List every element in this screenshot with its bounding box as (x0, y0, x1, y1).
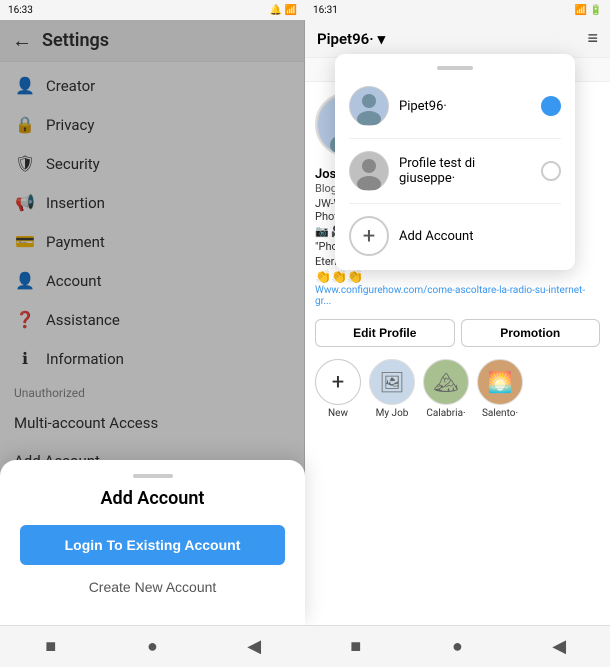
promotion-button[interactable]: Promotion (461, 319, 601, 347)
right-time: 16:31 (313, 5, 338, 16)
highlight-salento[interactable]: 🌅 Salento· (477, 359, 523, 419)
highlight-myjob-label: My Job (376, 408, 409, 419)
profile-link[interactable]: Www.configurehow.com/come-ascoltare-la-r… (315, 285, 600, 307)
highlights-row: + New 🖼 My Job 🏔 Calabria· 🌅 Salento· (305, 353, 610, 425)
hamburger-menu-button[interactable]: ≡ (587, 28, 598, 49)
profile-header: Pipet96· ▾ ≡ (305, 20, 610, 58)
highlight-new-circle: + (315, 359, 361, 405)
right-nav-back[interactable]: ◀ (544, 636, 574, 657)
left-nav-square[interactable]: ■ (36, 636, 66, 657)
profile-bio-emoji2: 👏👏👏 (315, 270, 600, 285)
highlight-myjob[interactable]: 🖼 My Job (369, 359, 415, 419)
switcher-radio-inactive-2 (541, 161, 561, 181)
settings-panel: ← Settings 👤 Creator 🔒 Privacy 🛡 Securit… (0, 20, 305, 625)
sheet-title: Add Account (20, 488, 285, 509)
highlight-calabria-circle: 🏔 (423, 359, 469, 405)
profile-header-username: Pipet96· (317, 30, 374, 48)
left-status-icons: 🔔 📶 (270, 5, 297, 16)
switcher-avatar-2 (349, 151, 389, 191)
highlight-new-label: New (328, 408, 348, 419)
sheet-drag-handle (133, 474, 173, 478)
left-nav-back[interactable]: ◀ (239, 636, 269, 657)
profile-panel: Pipet96· ▾ ≡ 46 Profile Views In The Las… (305, 20, 610, 625)
switcher-divider-2 (349, 203, 561, 204)
left-nav-circle[interactable]: ● (137, 636, 167, 657)
login-existing-button[interactable]: Login To Existing Account (20, 525, 285, 565)
right-status-icons: 📶 🔋 (575, 5, 602, 16)
switcher-add-account[interactable]: + Add Account (335, 208, 575, 264)
switcher-account-1[interactable]: Pipet96· (335, 78, 575, 134)
dropdown-arrow-icon: ▾ (378, 30, 386, 48)
switcher-divider (349, 138, 561, 139)
account-switcher-popup: Pipet96· Profile test di giuseppe· + (335, 54, 575, 270)
highlight-salento-label: Salento· (482, 408, 518, 419)
switcher-radio-active-1 (541, 96, 561, 116)
profile-action-buttons: Edit Profile Promotion (305, 313, 610, 353)
highlight-salento-circle: 🌅 (477, 359, 523, 405)
edit-profile-button[interactable]: Edit Profile (315, 319, 455, 347)
highlight-new[interactable]: + New (315, 359, 361, 419)
add-account-sheet: Add Account Login To Existing Account Cr… (0, 460, 305, 625)
profile-dropdown[interactable]: Pipet96· ▾ (317, 30, 385, 48)
left-status-bar: 16:33 🔔 📶 (0, 0, 305, 20)
create-new-button[interactable]: Create New Account (20, 569, 285, 605)
switcher-add-circle-icon: + (349, 216, 389, 256)
right-nav-circle[interactable]: ● (442, 636, 472, 657)
highlight-calabria-label: Calabria· (426, 408, 465, 419)
bottom-navigation: ■ ● ◀ ■ ● ◀ (0, 625, 610, 667)
switcher-name-2: Profile test di giuseppe· (399, 156, 531, 186)
right-status-bar: 16:31 📶 🔋 (305, 0, 610, 20)
right-bottom-nav: ■ ● ◀ (305, 625, 610, 667)
switcher-drag-handle (437, 66, 473, 70)
left-time: 16:33 (8, 5, 33, 16)
switcher-add-label: Add Account (399, 229, 473, 244)
switcher-account-2[interactable]: Profile test di giuseppe· (335, 143, 575, 199)
highlight-myjob-circle: 🖼 (369, 359, 415, 405)
left-bottom-nav: ■ ● ◀ (0, 625, 305, 667)
switcher-name-1: Pipet96· (399, 99, 531, 114)
right-nav-square[interactable]: ■ (341, 636, 371, 657)
highlight-calabria[interactable]: 🏔 Calabria· (423, 359, 469, 419)
switcher-avatar-1 (349, 86, 389, 126)
